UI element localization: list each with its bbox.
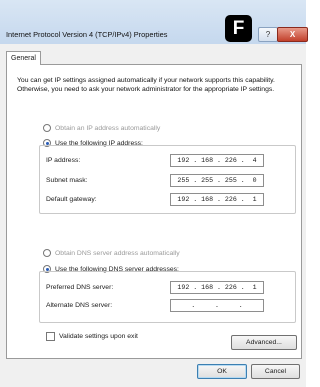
general-panel: You can get IP settings assigned automat…	[6, 64, 302, 359]
validate-option[interactable]: Validate settings upon exit	[46, 332, 138, 341]
ip-address-input[interactable]: 192 . 168 . 226 . 4	[170, 154, 264, 167]
ok-button[interactable]: OK	[197, 364, 247, 379]
alternate-dns-input[interactable]: . . .	[170, 299, 264, 312]
ip-address-label: IP address:	[46, 157, 81, 164]
preferred-dns-input[interactable]: 192 . 168 . 226 . 1	[170, 281, 264, 294]
properties-dialog: Internet Protocol Version 4 (TCP/IPv4) P…	[0, 0, 308, 387]
subnet-mask-label: Subnet mask:	[46, 177, 88, 184]
close-button[interactable]: X	[277, 27, 308, 42]
advanced-button[interactable]: Advanced...	[231, 335, 297, 350]
window-title: Internet Protocol Version 4 (TCP/IPv4) P…	[6, 30, 168, 39]
default-gateway-input[interactable]: 192 . 168 . 226 . 1	[170, 193, 264, 206]
alternate-dns-label: Alternate DNS server:	[46, 302, 113, 309]
ip-auto-label: Obtain an IP address automatically	[55, 124, 161, 132]
description-text: You can get IP settings assigned automat…	[17, 77, 275, 93]
dns-auto-option[interactable]: Obtain DNS server address automatically	[43, 249, 180, 257]
subnet-mask-input[interactable]: 255 . 255 . 255 . 0	[170, 174, 264, 187]
ip-auto-radio[interactable]	[43, 124, 51, 132]
validate-checkbox[interactable]	[46, 332, 55, 341]
validate-label: Validate settings upon exit	[59, 333, 138, 340]
ip-auto-option[interactable]: Obtain an IP address automatically	[43, 124, 160, 132]
f-key-badge: F	[225, 15, 252, 42]
help-button[interactable]: ?	[258, 27, 278, 42]
cancel-button[interactable]: Cancel	[251, 364, 300, 379]
title-bar[interactable]: Internet Protocol Version 4 (TCP/IPv4) P…	[0, 0, 308, 44]
tab-general[interactable]: General	[6, 51, 41, 65]
default-gateway-label: Default gateway:	[46, 196, 97, 203]
dns-group	[39, 271, 296, 323]
dns-auto-radio[interactable]	[43, 249, 51, 257]
dns-auto-label: Obtain DNS server address automatically	[55, 249, 180, 257]
preferred-dns-label: Preferred DNS server:	[46, 284, 114, 291]
